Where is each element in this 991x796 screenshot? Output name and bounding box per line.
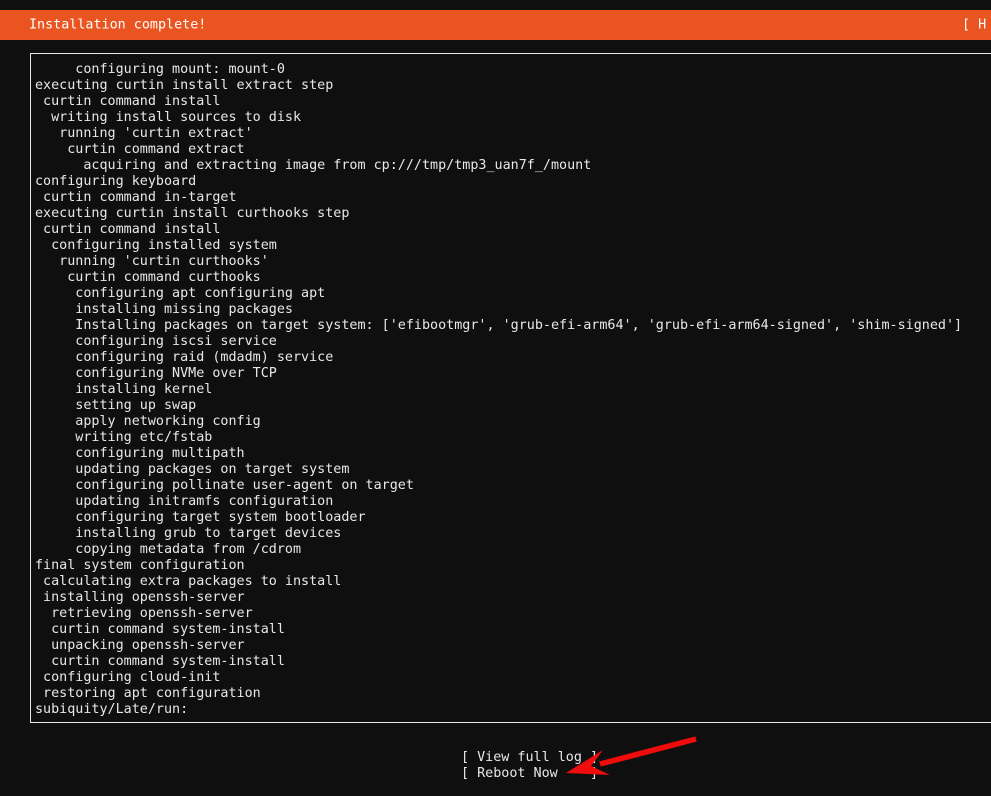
header-bar: Installation complete! [ H [0,10,991,40]
footer-actions: [ View full log ] [ Reboot Now ] [461,750,598,782]
help-button[interactable]: [ H [962,18,986,33]
page-title: Installation complete! [29,18,206,33]
installer-screen: Installation complete! [ H configuring m… [0,0,991,796]
view-full-log-button[interactable]: [ View full log ] [461,750,598,766]
install-log-box[interactable]: configuring mount: mount-0 executing cur… [30,53,991,723]
install-log: configuring mount: mount-0 executing cur… [31,54,991,718]
reboot-now-button[interactable]: [ Reboot Now ] [461,766,598,782]
